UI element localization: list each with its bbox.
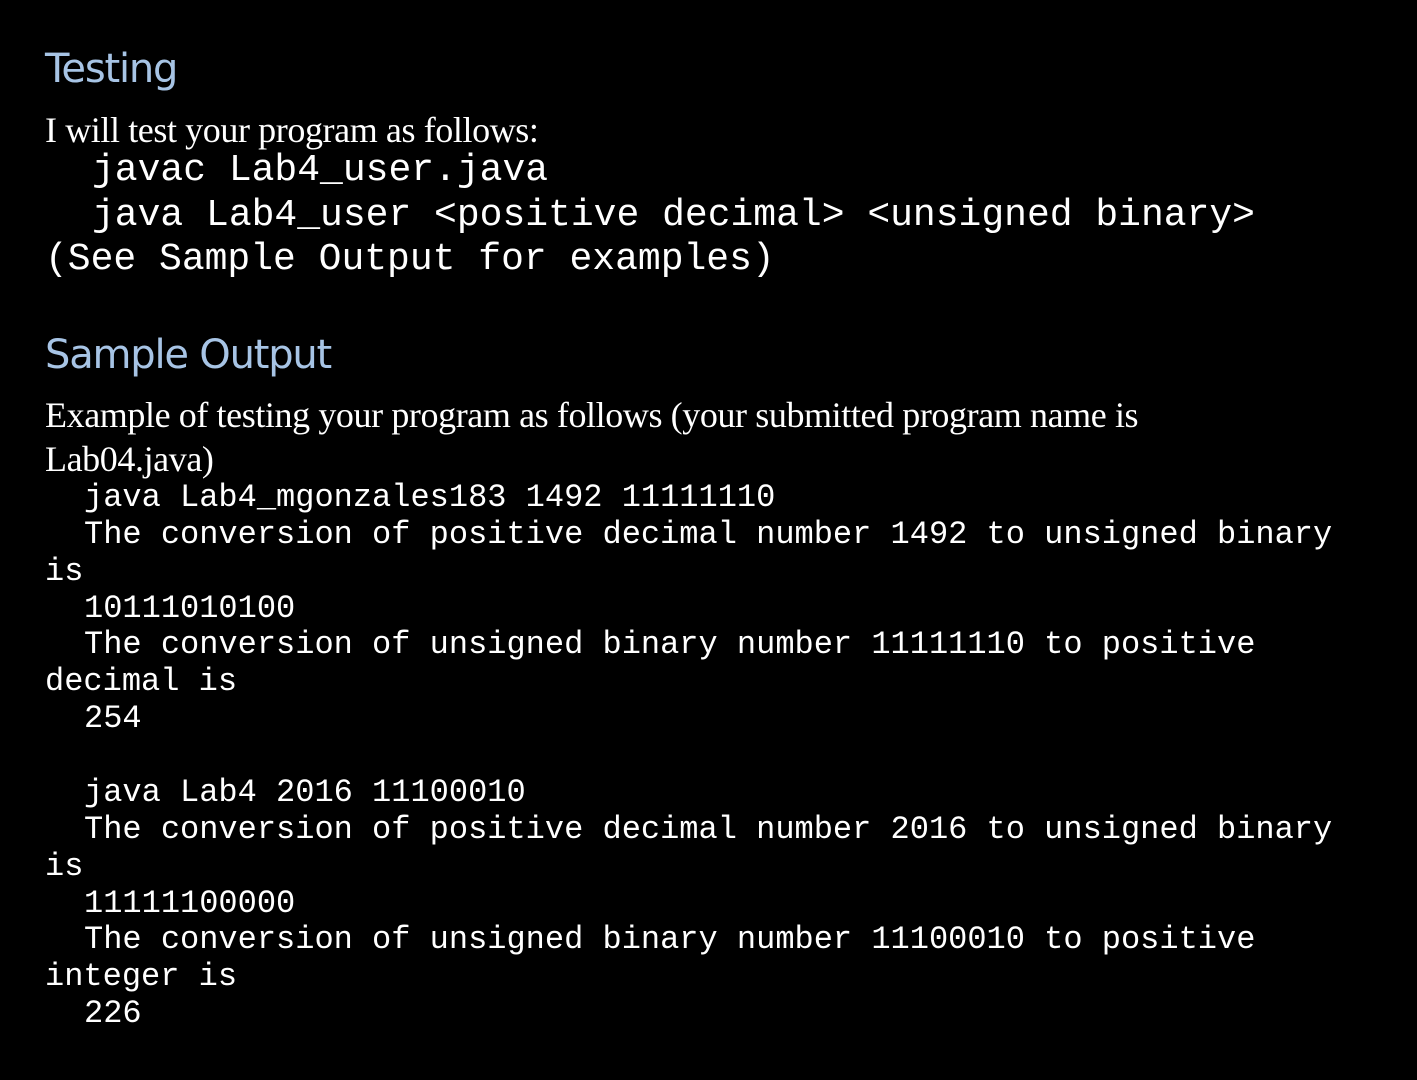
example-2-command: java Lab4 2016 11100010 [84,774,526,811]
example-2-decimal-conversion-text-wrap: is [45,848,84,885]
example-1-decimal-conversion-text: The conversion of positive decimal numbe… [84,516,1333,553]
example-2-binary-conversion-text: The conversion of unsigned binary number… [84,921,1256,958]
example-2-decimal-conversion-text: The conversion of positive decimal numbe… [84,811,1333,848]
sample-output-intro-line1: Example of testing your program as follo… [45,395,1139,435]
example-2-binary-result: 11111100000 [84,885,296,922]
example-2-decimal-result: 226 [84,995,142,1032]
sample-output-intro-line2: Lab04.java) [45,439,214,479]
sample-output-note: (See Sample Output for examples) [45,238,775,281]
testing-heading: Testing [45,46,178,92]
example-1-command: java Lab4_mgonzales183 1492 11111110 [84,479,776,516]
testing-intro: I will test your program as follows: [45,110,539,150]
example-1-binary-result: 10111010100 [84,590,296,627]
sample-output-heading: Sample Output [45,332,332,378]
example-2-binary-conversion-text-wrap: integer is [45,958,238,995]
example-1-binary-conversion-text: The conversion of unsigned binary number… [84,626,1256,663]
run-command: java Lab4_user <positive decimal> <unsig… [92,194,1255,237]
example-1-decimal-result: 254 [84,700,142,737]
example-1-binary-conversion-text-wrap: decimal is [45,663,238,700]
example-1-decimal-conversion-text-wrap: is [45,553,84,590]
compile-command: javac Lab4_user.java [92,149,549,192]
